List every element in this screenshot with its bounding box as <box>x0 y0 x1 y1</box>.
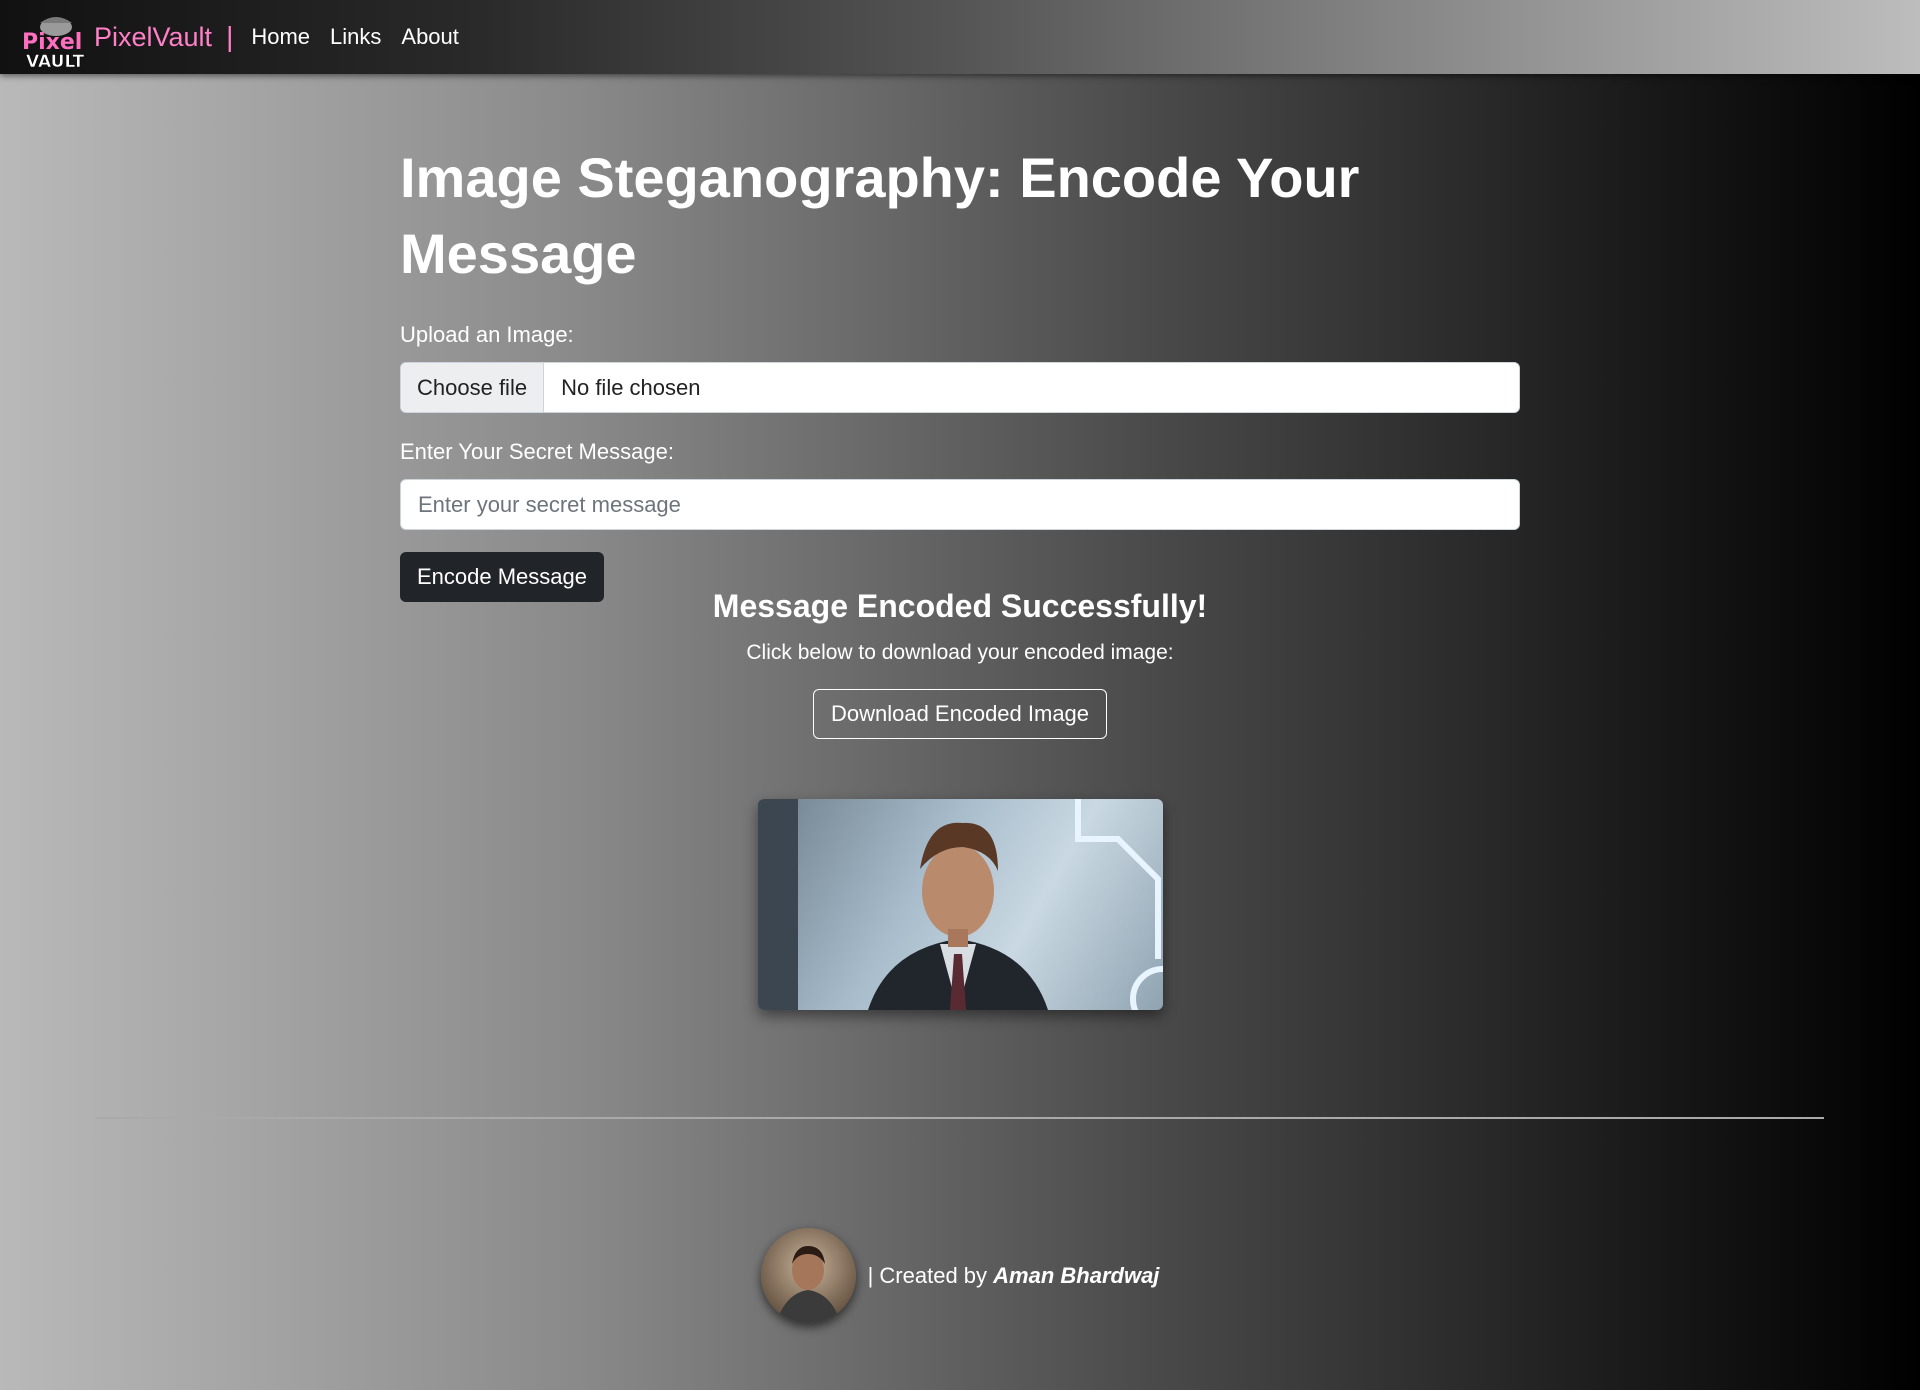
secret-message-input[interactable] <box>400 479 1520 530</box>
author-name: Aman Bhardwaj <box>993 1262 1160 1288</box>
logo-icon: Pixel VAULT <box>22 17 85 72</box>
footer-divider <box>96 1117 1824 1119</box>
result-title: Message Encoded Successfully! <box>712 588 1208 624</box>
file-input[interactable]: Choose file No file chosen <box>400 362 1520 413</box>
upload-label: Upload an Image: <box>400 322 574 347</box>
author-avatar <box>760 1228 856 1323</box>
brand-separator: | <box>226 21 234 52</box>
nav-link-about[interactable]: About <box>401 24 459 50</box>
page-title: Image Steganography: Encode Your Message <box>400 146 1360 285</box>
nav-link-links[interactable]: Links <box>330 24 381 50</box>
download-encoded-image-button[interactable]: Download Encoded Image <box>812 689 1108 739</box>
avatar-image <box>775 1246 841 1323</box>
brand-name[interactable]: PixelVault <box>94 22 212 53</box>
footer-credit: | Created by Aman Bhardwaj <box>868 1263 1160 1289</box>
result-section: Message Encoded Successfully! Click belo… <box>0 588 1920 739</box>
encoded-image-preview <box>758 799 1163 1010</box>
message-label: Enter Your Secret Message: <box>400 439 674 464</box>
svg-text:VAULT: VAULT <box>26 52 84 67</box>
result-subtitle: Click below to download your encoded ima… <box>746 641 1174 664</box>
logo[interactable]: Pixel VAULT <box>20 7 85 72</box>
encoded-image <box>758 799 1163 1010</box>
nav-link-home[interactable]: Home <box>251 24 310 50</box>
navbar: Pixel VAULT PixelVault | Home Links Abou… <box>0 0 1920 74</box>
footer: | Created by Aman Bhardwaj <box>0 1228 1920 1323</box>
file-status: No file chosen <box>561 374 701 400</box>
encode-form: Image Steganography: Encode Your Message… <box>400 140 1520 602</box>
footer-prefix: | Created by <box>867 1262 988 1288</box>
choose-file-button[interactable]: Choose file <box>401 363 545 412</box>
